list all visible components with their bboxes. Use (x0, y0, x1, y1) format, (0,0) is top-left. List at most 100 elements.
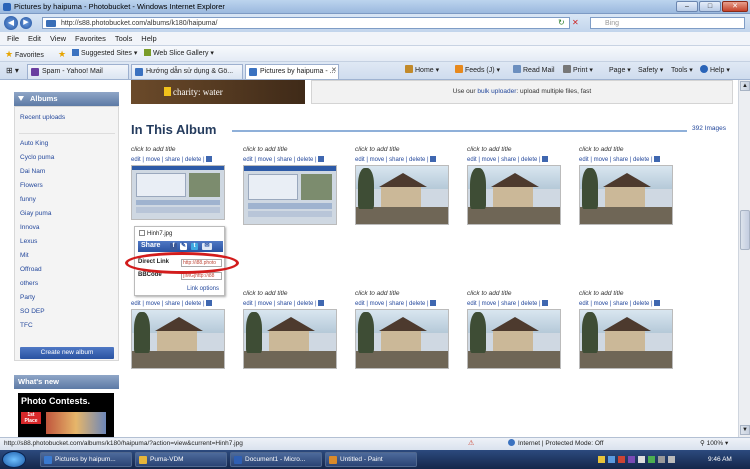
taskbar-item-paint[interactable]: Untitled - Paint (325, 452, 417, 467)
scroll-thumb[interactable] (740, 210, 750, 250)
tray-icon[interactable] (638, 456, 645, 463)
maximize-button[interactable]: □ (699, 1, 721, 12)
search-input[interactable]: Bing (590, 17, 745, 29)
add-title-link[interactable]: click to add title (131, 146, 175, 153)
photo-thumbnail[interactable] (131, 309, 225, 369)
photo-thumbnail[interactable] (243, 165, 337, 225)
photo-thumbnail[interactable] (467, 165, 561, 225)
popup-filename[interactable]: Hinh7.jpg (139, 230, 172, 237)
lock-icon[interactable] (206, 300, 213, 306)
scroll-down-icon[interactable]: ▼ (740, 425, 750, 435)
scroll-up-icon[interactable]: ▲ (740, 81, 750, 91)
album-link[interactable]: funny (20, 196, 36, 203)
menu-edit[interactable]: Edit (28, 32, 41, 46)
charity-water-banner[interactable]: charity: water (131, 80, 305, 104)
albums-header[interactable]: Albums (14, 92, 119, 106)
photo-actions[interactable]: edit | move | share | delete | (243, 300, 325, 307)
album-link[interactable]: others (20, 280, 38, 287)
photo-actions[interactable]: edit | move | share | delete | (579, 156, 661, 163)
album-link[interactable]: Offroad (20, 266, 42, 273)
tab-huong-dan[interactable]: Hướng dẫn sử dụng & Gö... (131, 64, 243, 79)
page-menu-button[interactable]: Page ▾ (609, 65, 631, 76)
home-button[interactable]: Home ▾ (405, 65, 439, 76)
menu-favorites[interactable]: Favorites (75, 32, 106, 46)
start-button[interactable] (2, 451, 26, 468)
network-icon[interactable] (658, 456, 665, 463)
lock-icon[interactable] (542, 300, 549, 306)
email-icon[interactable]: ✉ (202, 243, 212, 250)
menu-help[interactable]: Help (141, 32, 156, 46)
album-link[interactable]: SO DEP (20, 308, 45, 315)
photo-thumbnail[interactable] (355, 309, 449, 369)
menu-file[interactable]: File (7, 32, 19, 46)
taskbar-item-ie[interactable]: Pictures by haipum... (40, 452, 132, 467)
photo-actions[interactable]: edit | move | share | delete | (131, 300, 213, 307)
photo-contests-promo[interactable]: Photo Contests. 1st Place (18, 393, 114, 437)
add-title-link[interactable]: click to add title (467, 146, 511, 153)
tray-icon[interactable] (628, 456, 635, 463)
refresh-icon[interactable]: ↻ (558, 18, 565, 27)
link-options-link[interactable]: Link options (187, 286, 219, 292)
lock-icon[interactable] (430, 156, 437, 162)
favorites-button[interactable]: ★ Favorites (5, 49, 44, 61)
album-link[interactable]: Giay puma (20, 210, 51, 217)
quick-tabs-icon[interactable]: ⊞ ▾ (6, 66, 19, 75)
photo-thumbnail[interactable] (579, 165, 673, 225)
add-title-link[interactable]: click to add title (579, 290, 623, 297)
select-checkbox[interactable] (139, 230, 145, 236)
album-link[interactable]: Mit (20, 252, 29, 259)
read-mail-button[interactable]: Read Mail (513, 65, 555, 76)
facebook-icon[interactable]: f (170, 243, 177, 250)
album-link[interactable]: Flowers (20, 182, 43, 189)
recent-uploads-link[interactable]: Recent uploads (20, 114, 65, 121)
forward-arrow-icon[interactable]: ▶ (20, 17, 32, 29)
tray-icon[interactable] (648, 456, 655, 463)
menu-view[interactable]: View (50, 32, 66, 46)
lock-icon[interactable] (318, 300, 325, 306)
safety-menu-button[interactable]: Safety ▾ (638, 65, 663, 76)
close-button[interactable]: ✕ (722, 1, 748, 12)
photo-thumbnail[interactable] (355, 165, 449, 225)
vertical-scrollbar[interactable]: ▲ ▼ (738, 80, 750, 437)
add-favorite-icon[interactable]: ★ (58, 49, 66, 61)
album-link[interactable]: Lexus (20, 238, 37, 245)
clock[interactable]: 9:46 AM (708, 452, 732, 467)
create-new-album-button[interactable]: Create new album (20, 347, 114, 359)
tray-icon[interactable] (608, 456, 615, 463)
photo-actions[interactable]: edit | move | share | delete | (355, 300, 437, 307)
taskbar-item-word[interactable]: Document1 - Micro... (230, 452, 322, 467)
photo-thumbnail[interactable] (243, 309, 337, 369)
album-link[interactable]: Cyclo puma (20, 154, 54, 161)
add-title-link[interactable]: click to add title (467, 290, 511, 297)
album-link[interactable]: TFC (20, 322, 33, 329)
photo-thumbnail[interactable] (579, 309, 673, 369)
feeds-button[interactable]: Feeds (J) ▾ (455, 65, 500, 76)
photo-actions[interactable]: edit | move | share | delete | (355, 156, 437, 163)
photo-actions[interactable]: edit | move | share | delete | (467, 300, 549, 307)
tray-icon[interactable] (598, 456, 605, 463)
back-arrow-icon[interactable]: ◀ (4, 16, 18, 30)
photo-actions[interactable]: edit | move | share | delete | (243, 156, 325, 163)
lock-icon[interactable] (206, 156, 213, 162)
twitter-icon[interactable]: t (191, 243, 198, 250)
taskbar-item-puma-vdm[interactable]: Puma-VDM (135, 452, 227, 467)
add-title-link[interactable]: click to add title (355, 290, 399, 297)
lock-icon[interactable] (542, 156, 549, 162)
lock-icon[interactable] (318, 156, 325, 162)
stop-icon[interactable]: ✕ (572, 18, 579, 27)
menu-tools[interactable]: Tools (115, 32, 133, 46)
photo-actions[interactable]: edit | move | share | delete | (131, 156, 213, 163)
album-link[interactable]: Auto King (20, 140, 48, 147)
bulk-uploader-link[interactable]: bulk uploader (477, 88, 516, 95)
tab-pictures-by-haipuma[interactable]: Pictures by haipuma - ... (245, 64, 339, 79)
lock-icon[interactable] (654, 300, 661, 306)
minimize-button[interactable]: – (676, 1, 698, 12)
security-zone[interactable]: Internet | Protected Mode: Off (508, 438, 603, 450)
photo-actions[interactable]: edit | move | share | delete | (579, 300, 661, 307)
add-title-link[interactable]: click to add title (579, 146, 623, 153)
address-bar[interactable]: http://s88.photobucket.com/albums/k180/h… (42, 17, 570, 29)
album-link[interactable]: Party (20, 294, 35, 301)
photo-actions[interactable]: edit | move | share | delete | (467, 156, 549, 163)
photo-thumbnail[interactable] (131, 165, 225, 220)
help-menu-button[interactable]: Help ▾ (700, 65, 730, 76)
